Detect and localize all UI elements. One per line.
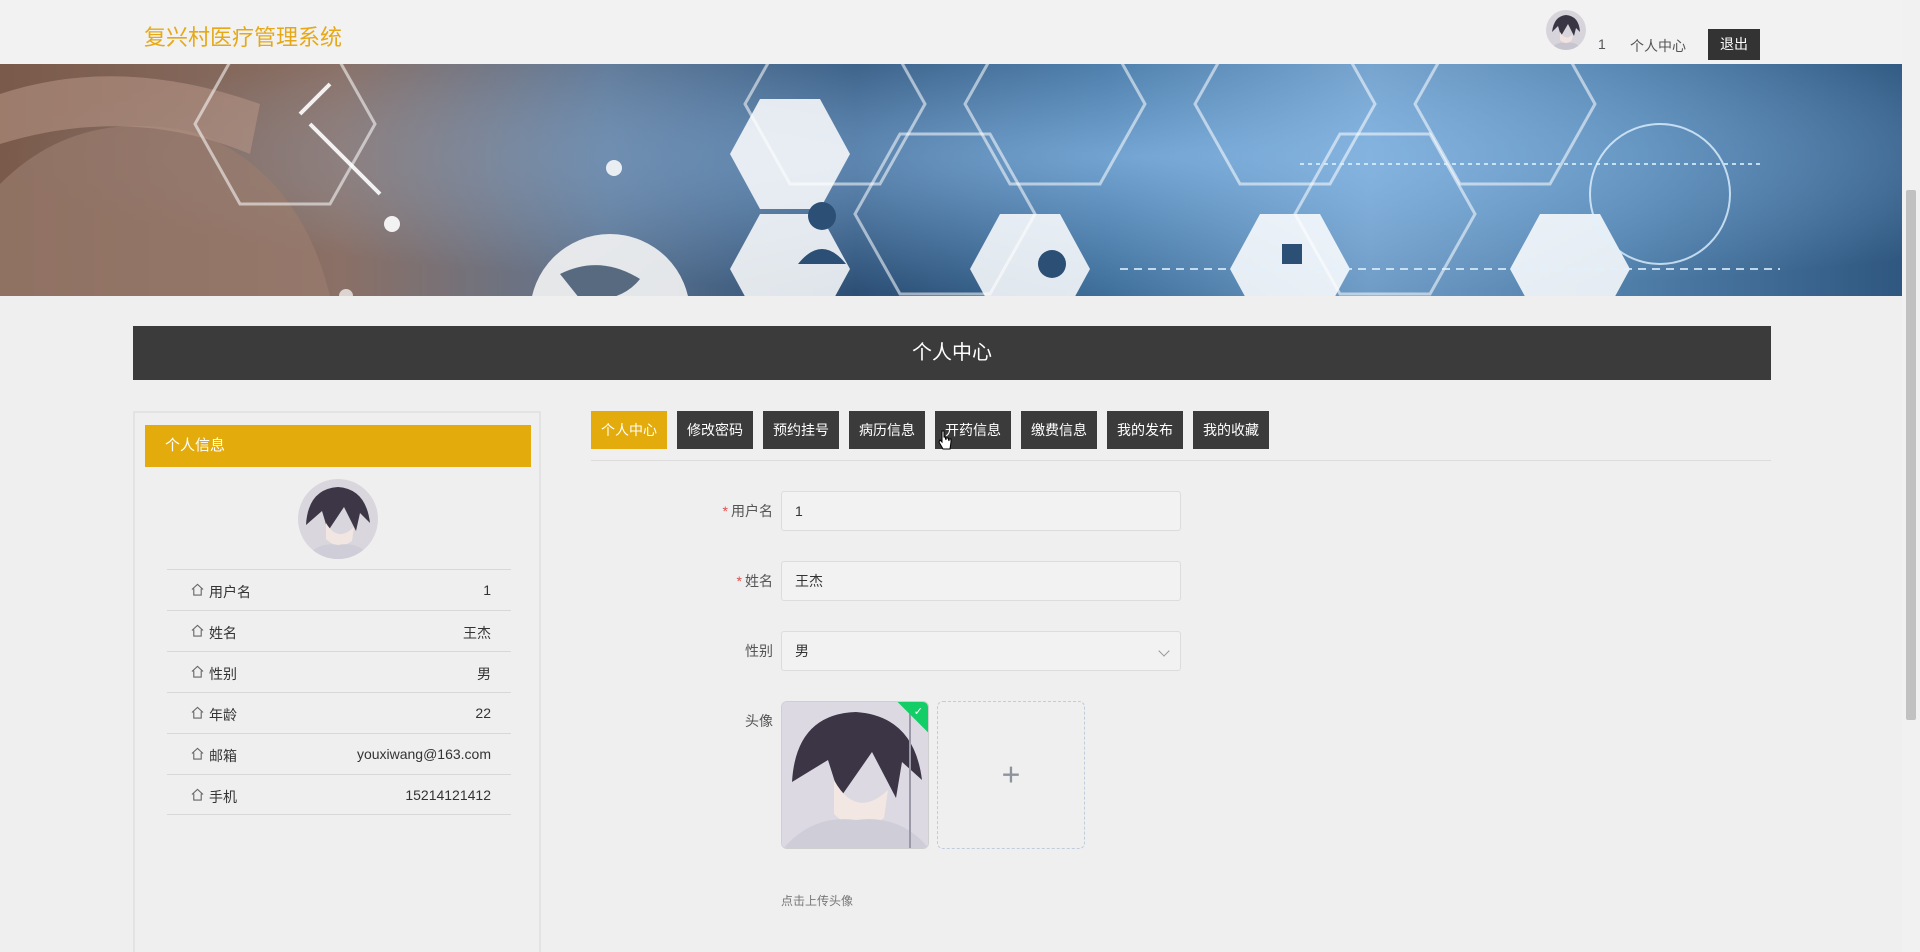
header-avatar[interactable] <box>1546 10 1586 50</box>
gender-select-value: 男 <box>795 643 809 659</box>
chevron-down-icon <box>1158 645 1170 657</box>
gender-select[interactable]: 男 <box>781 631 1181 671</box>
tab-my-favorites[interactable]: 我的收藏 <box>1193 411 1269 449</box>
upload-tip: 点击上传头像 <box>781 894 854 908</box>
info-row-username: 用户名 1 <box>167 569 511 610</box>
home-icon <box>191 583 204 596</box>
gender-label: 性别 <box>745 643 773 659</box>
info-value: 15214121412 <box>405 787 491 803</box>
name-label-text: 姓名 <box>745 573 773 589</box>
logout-button[interactable]: 退出 <box>1708 29 1760 60</box>
required-mark: * <box>736 573 742 589</box>
info-value: 王杰 <box>463 625 491 641</box>
profile-avatar <box>298 479 378 559</box>
header-personal-center-link[interactable]: 个人中心 <box>1630 36 1686 56</box>
profile-tabs: 个人中心 修改密码 预约挂号 病历信息 开药信息 缴费信息 我的发布 我的收藏 <box>591 411 1269 449</box>
info-value: youxiwang@163.com <box>356 746 491 762</box>
profile-panel: 个人信息 用户名 1 姓名 王杰 性别 男 年龄 22 邮箱 youxiwang… <box>133 411 541 952</box>
top-navbar: 复兴村医疗管理系统 <box>0 0 1902 64</box>
uploaded-avatar-thumbnail[interactable]: ✓ <box>781 701 929 849</box>
username-label: * 用户名 <box>723 501 773 521</box>
name-input[interactable]: 王杰 <box>781 561 1181 601</box>
tab-medical-records[interactable]: 病历信息 <box>849 411 925 449</box>
profile-panel-title: 个人信息 <box>145 425 531 467</box>
info-label: 邮箱 <box>209 748 237 764</box>
avatar-label: 头像 <box>745 713 773 729</box>
home-icon <box>191 747 204 760</box>
tab-personal-center[interactable]: 个人中心 <box>591 411 667 449</box>
tab-my-posts[interactable]: 我的发布 <box>1107 411 1183 449</box>
info-row-phone: 手机 15214121412 <box>167 774 511 815</box>
info-value: 男 <box>477 666 491 682</box>
info-row-name: 姓名 王杰 <box>167 610 511 651</box>
info-value: 1 <box>483 582 491 598</box>
page-scrollbar[interactable] <box>1902 0 1920 952</box>
site-logo[interactable]: 复兴村医疗管理系统 <box>144 20 342 52</box>
home-icon <box>191 665 204 678</box>
info-row-email: 邮箱 youxiwang@163.com <box>167 733 511 774</box>
username-label-text: 用户名 <box>731 503 773 519</box>
upload-avatar-button[interactable]: + <box>937 701 1085 849</box>
info-row-age: 年龄 22 <box>167 692 511 733</box>
info-label: 手机 <box>209 789 237 805</box>
page-title-bar: 个人中心 <box>133 326 1771 380</box>
required-mark: * <box>722 503 728 519</box>
tabs-divider <box>591 460 1771 461</box>
home-icon <box>191 706 204 719</box>
scrollbar-thumb[interactable] <box>1906 190 1916 720</box>
check-icon: ✓ <box>913 706 923 718</box>
name-label: * 姓名 <box>737 571 773 591</box>
banner-medical-illustration <box>0 64 1902 296</box>
tab-appointment[interactable]: 预约挂号 <box>763 411 839 449</box>
profile-info-list: 用户名 1 姓名 王杰 性别 男 年龄 22 邮箱 youxiwang@163.… <box>167 569 511 815</box>
info-row-gender: 性别 男 <box>167 651 511 692</box>
info-label: 年龄 <box>209 707 237 723</box>
pointer-cursor-icon <box>938 430 952 450</box>
info-label: 姓名 <box>209 625 237 641</box>
plus-icon: + <box>1001 756 1021 793</box>
home-icon <box>191 624 204 637</box>
tab-payments[interactable]: 缴费信息 <box>1021 411 1097 449</box>
info-value: 22 <box>475 705 491 721</box>
info-label: 性别 <box>209 666 237 682</box>
banner-carousel[interactable] <box>0 64 1902 296</box>
home-icon <box>191 788 204 801</box>
info-label: 用户名 <box>209 584 251 600</box>
username-input[interactable]: 1 <box>781 491 1181 531</box>
tab-change-password[interactable]: 修改密码 <box>677 411 753 449</box>
header-username: 1 <box>1598 36 1606 52</box>
